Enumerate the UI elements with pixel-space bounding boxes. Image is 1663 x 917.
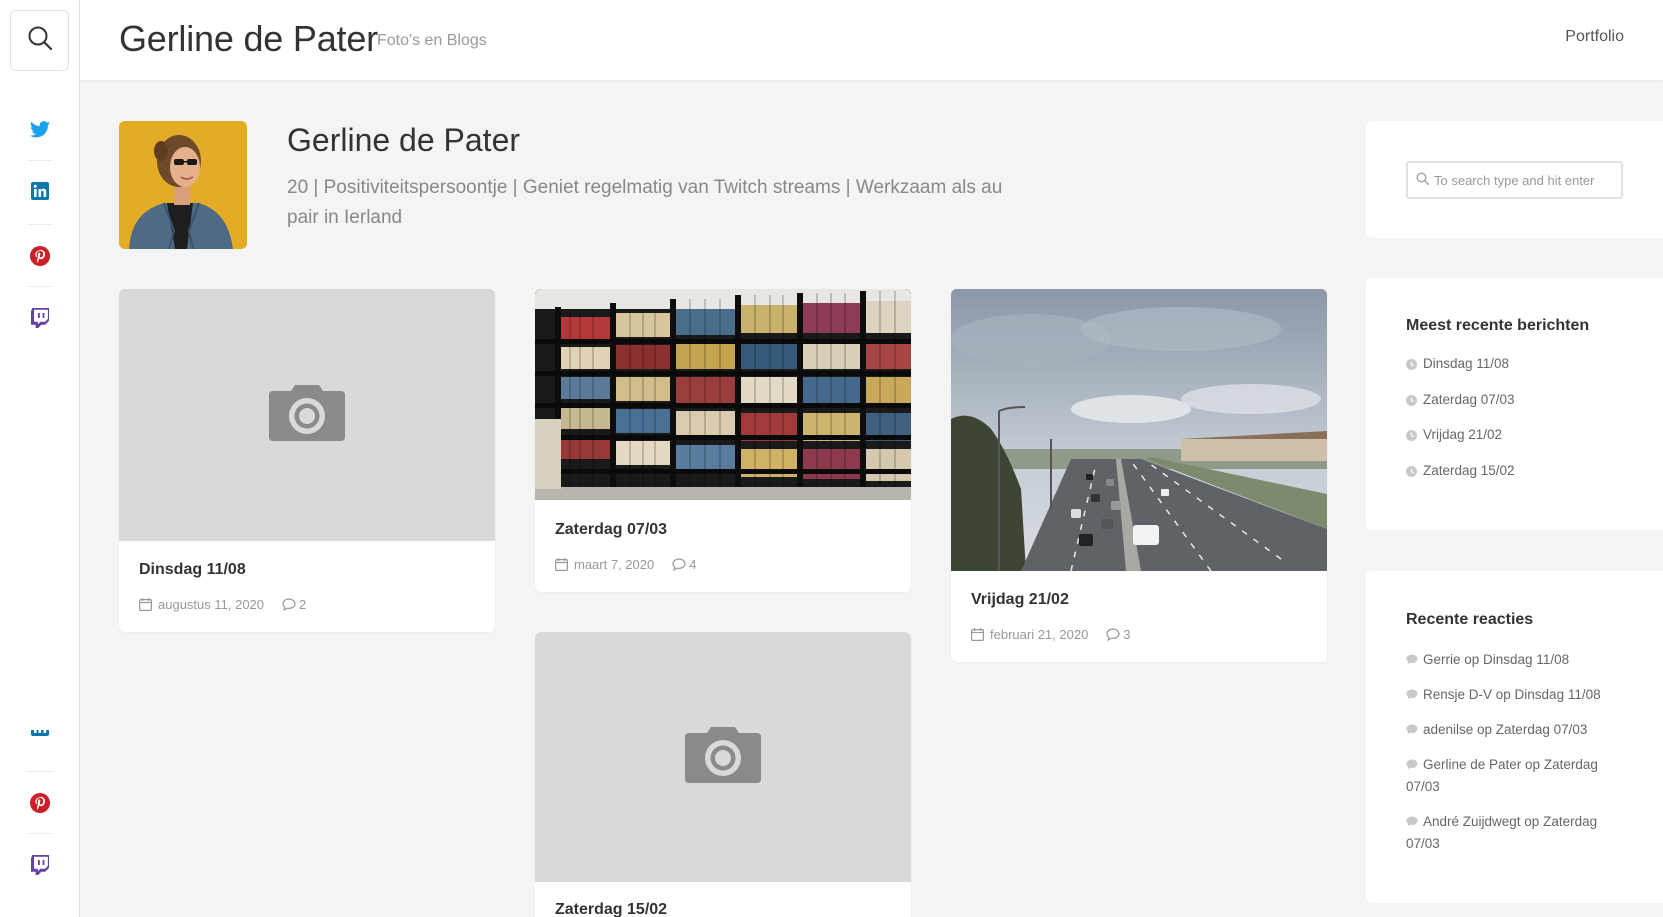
comment-bubble-icon <box>1406 654 1418 665</box>
site-tagline: Foto's en Blogs <box>377 32 487 49</box>
calendar-icon <box>555 558 568 571</box>
twitch-link-bottom[interactable] <box>22 849 58 885</box>
recent-posts-list: Dinsdag 11/08 Zaterdag 07/03 Vrijdag 21/… <box>1406 356 1626 499</box>
pinterest-link[interactable] <box>22 240 58 276</box>
post-comments[interactable]: 2 <box>282 597 306 612</box>
nav-portfolio-link[interactable]: Portfolio <box>1565 28 1624 46</box>
twitch-link[interactable] <box>22 302 58 338</box>
post-image-bookshelf[interactable] <box>535 289 911 500</box>
site-header: Gerline de Pater Foto's en Blogs Portfol… <box>80 0 1663 80</box>
post-meta: februari 21, 2020 3 <box>971 627 1131 642</box>
recent-comment-link[interactable]: adenilse op Zaterdag 07/03 <box>1423 722 1587 737</box>
comment-icon <box>1106 628 1120 641</box>
pinterest-icon <box>30 245 50 271</box>
search-widget <box>1366 121 1663 238</box>
linkedin-icon <box>31 730 49 742</box>
post-title[interactable]: Zaterdag 07/03 <box>555 521 667 539</box>
pinterest-link-bottom[interactable] <box>22 787 58 823</box>
post-meta: augustus 11, 2020 2 <box>139 597 306 612</box>
recent-comment-link[interactable]: Rensje D-V op Dinsdag 11/08 <box>1423 687 1601 702</box>
recent-comment-link[interactable]: Gerline de Pater op Zaterdag 07/03 <box>1406 757 1598 794</box>
comment-icon <box>672 558 686 571</box>
recent-comment-link[interactable]: Gerrie op Dinsdag 11/08 <box>1423 652 1569 667</box>
clock-icon <box>1406 430 1417 442</box>
post-card[interactable]: Zaterdag 07/03 maart 7, 2020 4 <box>535 289 911 592</box>
post-comments[interactable]: 3 <box>1106 627 1131 642</box>
calendar-icon <box>971 628 984 641</box>
search-toggle-button[interactable] <box>10 10 69 71</box>
comment-bubble-icon <box>1406 816 1418 827</box>
twitch-icon <box>31 307 51 333</box>
twitch-icon <box>31 854 51 880</box>
search-input[interactable] <box>1434 172 1619 188</box>
post-date: augustus 11, 2020 <box>158 597 265 612</box>
post-meta: maart 7, 2020 4 <box>555 557 696 572</box>
recent-comment-link[interactable]: André Zuijdwegt op Zaterdag 07/03 <box>1406 814 1597 851</box>
list-item[interactable]: Vrijdag 21/02 <box>1406 427 1626 463</box>
avatar <box>119 121 247 249</box>
post-date: maart 7, 2020 <box>574 557 655 572</box>
camera-icon <box>269 384 345 446</box>
post-title[interactable]: Dinsdag 11/08 <box>139 561 246 579</box>
social-rail <box>0 0 80 917</box>
clock-icon <box>1406 359 1417 370</box>
linkedin-icon <box>31 181 49 205</box>
twitter-icon <box>30 121 50 143</box>
post-title[interactable]: Zaterdag 15/02 <box>555 901 667 917</box>
comment-bubble-icon <box>1406 759 1418 770</box>
list-item[interactable]: Zaterdag 07/03 <box>1406 392 1626 428</box>
comment-bubble-icon <box>1406 724 1418 735</box>
recent-comments-title: Recente reacties <box>1406 611 1534 628</box>
post-title[interactable]: Vrijdag 21/02 <box>971 591 1069 609</box>
calendar-icon <box>139 598 152 611</box>
profile-name: Gerline de Pater <box>287 122 521 158</box>
comment-bubble-icon <box>1406 689 1418 700</box>
list-item[interactable]: Rensje D-V op Dinsdag 11/08 <box>1406 684 1626 706</box>
linkedin-link-bottom[interactable] <box>22 724 58 742</box>
comment-count: 2 <box>299 597 307 612</box>
list-item[interactable]: Dinsdag 11/08 <box>1406 356 1626 392</box>
list-item[interactable]: Zaterdag 15/02 <box>1406 463 1626 499</box>
post-date: februari 21, 2020 <box>990 627 1089 642</box>
twitter-link[interactable] <box>22 114 58 150</box>
search-icon <box>27 25 53 56</box>
linkedin-link[interactable] <box>22 175 58 211</box>
recent-comments-widget: Recente reacties Gerrie op Dinsdag 11/08… <box>1366 571 1663 903</box>
recent-post-link[interactable]: Vrijdag 21/02 <box>1423 427 1502 442</box>
recent-posts-title: Meest recente berichten <box>1406 317 1590 334</box>
post-card[interactable]: Zaterdag 15/02 <box>535 632 911 917</box>
post-image-placeholder[interactable] <box>119 289 495 541</box>
comment-count: 4 <box>689 557 697 572</box>
list-item[interactable]: André Zuijdwegt op Zaterdag 07/03 <box>1406 811 1626 855</box>
clock-icon <box>1406 394 1417 406</box>
recent-post-link[interactable]: Zaterdag 07/03 <box>1423 392 1515 407</box>
post-comments[interactable]: 4 <box>672 557 696 572</box>
recent-comments-list: Gerrie op Dinsdag 11/08 Rensje D-V op Di… <box>1406 649 1626 868</box>
post-card[interactable]: Vrijdag 21/02 februari 21, 2020 3 <box>951 289 1327 662</box>
search-field[interactable] <box>1406 161 1623 199</box>
camera-icon <box>685 726 761 788</box>
list-item[interactable]: adenilse op Zaterdag 07/03 <box>1406 719 1626 741</box>
list-item[interactable]: Gerrie op Dinsdag 11/08 <box>1406 649 1626 671</box>
recent-post-link[interactable]: Zaterdag 15/02 <box>1423 463 1515 478</box>
post-image-motorway[interactable] <box>951 289 1327 571</box>
pinterest-icon <box>30 792 50 818</box>
post-image-placeholder[interactable] <box>535 632 911 882</box>
recent-posts-widget: Meest recente berichten Dinsdag 11/08 Za… <box>1366 278 1663 530</box>
comment-count: 3 <box>1123 627 1131 642</box>
profile-bio: 20 | Positiviteitspersoontje | Geniet re… <box>287 177 1003 228</box>
site-title[interactable]: Gerline de Pater <box>119 18 378 60</box>
list-item[interactable]: Gerline de Pater op Zaterdag 07/03 <box>1406 754 1626 798</box>
search-icon <box>1416 172 1430 188</box>
comment-icon <box>282 598 296 611</box>
clock-icon <box>1406 466 1417 478</box>
recent-post-link[interactable]: Dinsdag 11/08 <box>1423 356 1509 371</box>
post-card[interactable]: Dinsdag 11/08 augustus 11, 2020 2 <box>119 289 495 632</box>
